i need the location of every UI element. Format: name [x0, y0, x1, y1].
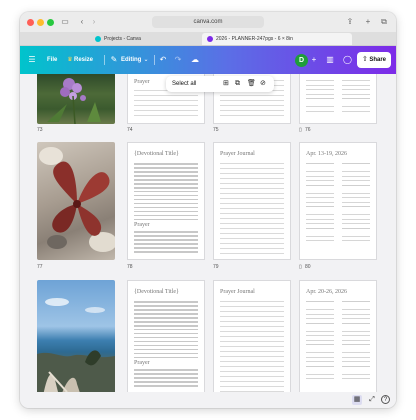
- sidebar-icon[interactable]: ▭: [60, 17, 70, 27]
- page-type-icon: ▯: [299, 127, 302, 133]
- writing-lines: [134, 90, 198, 120]
- upload-icon: ⇧: [362, 56, 368, 63]
- writing-lines: [220, 301, 284, 395]
- tab-label: Projects - Canva: [104, 36, 141, 42]
- page-thumbnail-photo[interactable]: [37, 280, 115, 396]
- avatar[interactable]: D: [295, 54, 308, 67]
- page-thumbnail-photo[interactable]: [37, 142, 115, 260]
- page-heading: Prayer Journal: [220, 289, 255, 295]
- tab-bar: Projects - Canva 2026 - PLANNER-247pgs -…: [20, 32, 396, 46]
- page-heading: Apr. 20-26, 2026: [306, 289, 347, 295]
- tabs-icon[interactable]: ⧉: [380, 17, 388, 27]
- page-heading: {Devotional Title}: [134, 289, 179, 295]
- back-icon[interactable]: ‹: [78, 17, 86, 27]
- page-thumbnail[interactable]: Prayer Journal: [213, 280, 291, 396]
- page-number: 75: [213, 127, 219, 133]
- chevron-down-icon[interactable]: ⌄: [143, 55, 149, 65]
- redo-icon[interactable]: ↷: [174, 55, 182, 65]
- undo-icon[interactable]: ↶: [159, 55, 167, 65]
- page-thumbnail[interactable]: Apr. 13-19, 2026: [299, 142, 377, 260]
- page-number: 73: [37, 127, 43, 133]
- tab-planner[interactable]: 2026 - PLANNER-247pgs - 6 × 8in: [202, 33, 352, 45]
- selection-toolbar: Select all ⊞ ⧉ 🗑 ⊘: [166, 76, 274, 92]
- page-number: 77: [37, 264, 43, 270]
- browser-window: ▭ ‹ › canva.com ⇪ + ⧉ Projects - Canva 2…: [20, 12, 396, 408]
- select-all-button[interactable]: Select all: [172, 79, 196, 89]
- page-subheading: Prayer: [134, 360, 150, 366]
- canva-logo-icon: [95, 36, 101, 42]
- page-number: 79: [213, 264, 219, 270]
- add-page-icon[interactable]: ⊞: [223, 79, 229, 89]
- editor-header: ☰ File ♛ Resize ✎ Editing ⌄ ↶ ↷ ☁ D + ▥ …: [20, 46, 396, 74]
- plus-icon[interactable]: +: [310, 55, 318, 65]
- flower-photo: [47, 78, 101, 124]
- page-heading: Apr. 13-19, 2026: [306, 151, 347, 157]
- page-thumbnail-photo[interactable]: [37, 74, 115, 124]
- title-bar: ▭ ‹ › canva.com ⇪ + ⧉: [20, 12, 396, 32]
- page-number: 78: [127, 264, 133, 270]
- grid-view-icon[interactable]: ▦: [352, 395, 362, 405]
- zoom-window-button[interactable]: [47, 19, 54, 26]
- pencil-icon: ✎: [110, 55, 118, 64]
- page-heading: {Devotional Title}: [134, 151, 179, 157]
- delete-icon[interactable]: 🗑: [247, 79, 256, 89]
- page-number: 80: [305, 264, 311, 270]
- view-controls: ▦ ⤢ ?: [20, 392, 396, 408]
- page-heading: Prayer: [134, 79, 150, 85]
- share-icon[interactable]: ⇪: [346, 17, 354, 27]
- page-subheading: Prayer: [134, 222, 150, 228]
- divider: [154, 55, 155, 65]
- devotional-text: [134, 163, 198, 223]
- address-bar[interactable]: canva.com: [152, 16, 264, 28]
- page-type-icon: ▯: [299, 264, 302, 270]
- writing-lines: [220, 163, 284, 258]
- duplicate-icon[interactable]: ⧉: [235, 79, 240, 89]
- close-window-button[interactable]: [27, 19, 34, 26]
- hide-icon[interactable]: ⊘: [260, 79, 266, 89]
- page-thumbnail[interactable]: {Devotional Title} Prayer: [127, 142, 205, 260]
- editing-mode-button[interactable]: Editing: [121, 55, 141, 65]
- hibiscus-photo: [39, 147, 115, 252]
- page-thumbnail[interactable]: [299, 74, 377, 124]
- page-thumbnail[interactable]: Prayer Journal: [213, 142, 291, 260]
- page-number: 74: [127, 127, 133, 133]
- divider: [104, 55, 105, 65]
- file-menu-button[interactable]: File: [47, 55, 57, 65]
- resize-button[interactable]: Resize: [74, 55, 93, 65]
- help-icon[interactable]: ?: [381, 395, 390, 404]
- crown-icon: ♛: [67, 57, 73, 63]
- tab-projects[interactable]: Projects - Canva: [90, 33, 200, 45]
- devotional-text: [134, 301, 198, 361]
- prayer-text: [134, 369, 198, 389]
- page-thumbnail[interactable]: Apr. 20-26, 2026: [299, 280, 377, 396]
- tab-label: 2026 - PLANNER-247pgs - 6 × 8in: [216, 36, 293, 42]
- chart-icon[interactable]: ▥: [326, 55, 334, 65]
- menu-icon[interactable]: ☰: [28, 55, 36, 65]
- canva-logo-icon: [207, 36, 213, 42]
- page-heading: Prayer Journal: [220, 151, 255, 157]
- minimize-window-button[interactable]: [37, 19, 44, 26]
- forward-icon[interactable]: ›: [90, 17, 98, 27]
- cloud-icon[interactable]: ☁: [190, 55, 200, 65]
- expand-icon[interactable]: ⤢: [367, 395, 377, 405]
- page-thumbnail[interactable]: {Devotional Title} Prayer: [127, 280, 205, 396]
- comment-icon[interactable]: ◯: [343, 55, 352, 65]
- new-tab-icon[interactable]: +: [364, 17, 372, 27]
- beach-photo: [37, 298, 115, 396]
- page-number: 76: [305, 127, 311, 133]
- prayer-text: [134, 231, 198, 255]
